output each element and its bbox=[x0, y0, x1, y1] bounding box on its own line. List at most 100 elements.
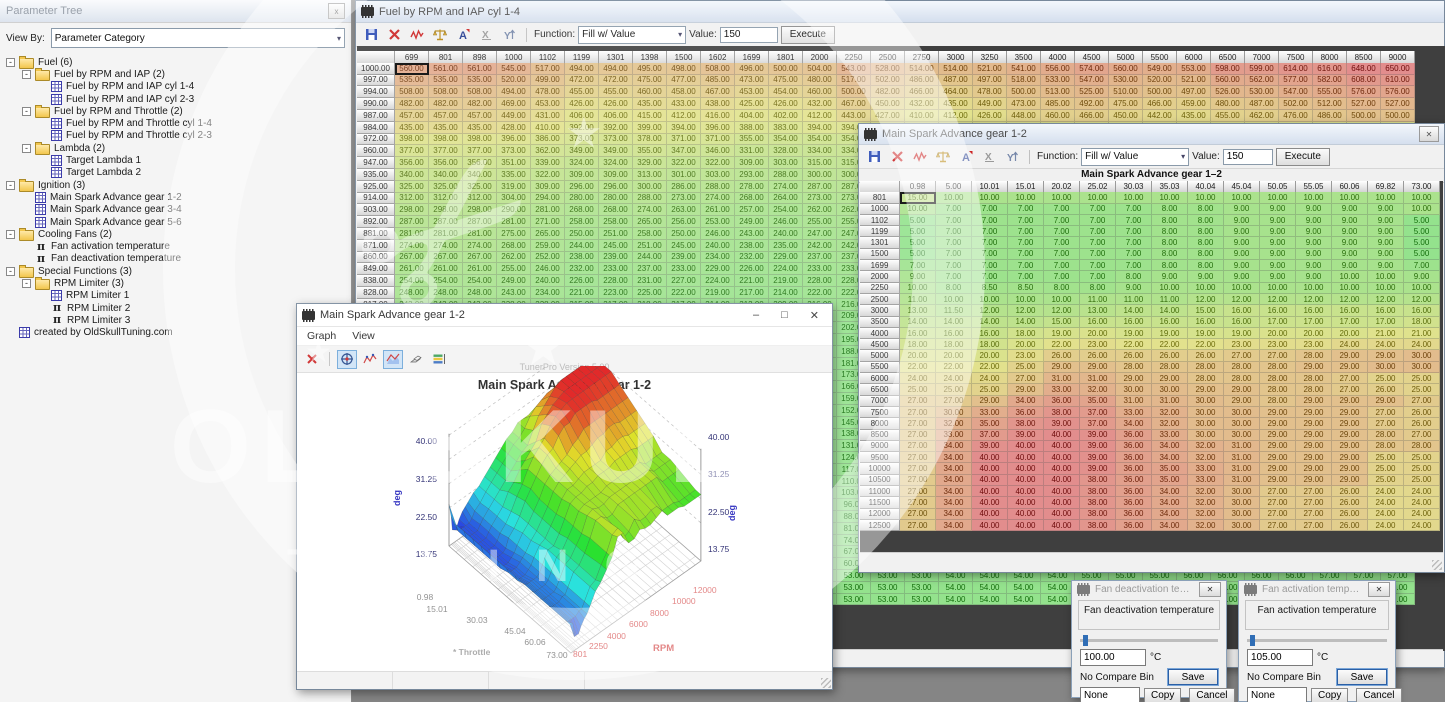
fuel-cell[interactable]: 222.00 bbox=[803, 287, 837, 299]
spark-cell[interactable]: 30.00 bbox=[1116, 384, 1152, 395]
fuel-cell[interactable]: 508.00 bbox=[429, 86, 463, 98]
fuel-cell[interactable]: 494.00 bbox=[497, 86, 531, 98]
spark-cell[interactable]: 40.00 bbox=[1008, 463, 1044, 474]
fuel-cell[interactable]: 373.00 bbox=[565, 134, 599, 146]
spark-cell[interactable]: 27.00 bbox=[900, 475, 936, 486]
spark-cell[interactable]: 9.00 bbox=[1332, 260, 1368, 271]
spark-cell[interactable]: 28.00 bbox=[1296, 350, 1332, 361]
spark-cell[interactable]: 27.00 bbox=[1296, 497, 1332, 508]
fuel-cell[interactable]: 298.00 bbox=[395, 204, 429, 216]
spark-row-header[interactable]: 2000 bbox=[860, 271, 900, 282]
spark-cell[interactable]: 28.00 bbox=[1188, 373, 1224, 384]
spark-cell[interactable]: 20.00 bbox=[1296, 328, 1332, 339]
spark-cell[interactable]: 9.00 bbox=[1296, 271, 1332, 282]
fuel-cell[interactable]: 497.00 bbox=[1177, 86, 1211, 98]
fuel-cell[interactable]: 325.00 bbox=[463, 181, 497, 193]
spark-cell[interactable]: 29.00 bbox=[1332, 362, 1368, 373]
fuel-cell[interactable]: 517.00 bbox=[837, 75, 871, 87]
spark-cell[interactable]: 11.00 bbox=[1080, 294, 1116, 305]
spark-cell[interactable]: 9.00 bbox=[1224, 215, 1260, 226]
spark-3d-surface[interactable]: 13.7513.7522.5022.5031.2531.2540.0040.00… bbox=[297, 366, 834, 673]
fuel-cell[interactable]: 518.00 bbox=[1007, 75, 1041, 87]
tree-item[interactable]: -Fuel (6) bbox=[4, 56, 351, 68]
fuel-cell[interactable]: 513.00 bbox=[1041, 86, 1075, 98]
fuel-cell[interactable]: 373.00 bbox=[599, 134, 633, 146]
spark-cell[interactable]: 7.00 bbox=[1080, 215, 1116, 226]
spark-cell[interactable]: 38.00 bbox=[1080, 486, 1116, 497]
y-axis-icon[interactable]: Y bbox=[1002, 147, 1022, 166]
spark-cell[interactable]: 10.00 bbox=[1260, 192, 1296, 203]
delete-icon[interactable] bbox=[384, 25, 404, 44]
spark-cell[interactable]: 26.00 bbox=[1368, 384, 1404, 395]
spark-cell[interactable]: 9.00 bbox=[1296, 249, 1332, 260]
spark-cell[interactable]: 8.00 bbox=[1152, 215, 1188, 226]
value-input[interactable] bbox=[720, 27, 778, 43]
spark-cell[interactable]: 10.00 bbox=[1332, 271, 1368, 282]
trace-icon[interactable] bbox=[407, 25, 427, 44]
spark-cell[interactable]: 29.00 bbox=[1008, 384, 1044, 395]
spark-cell[interactable]: 37.00 bbox=[972, 430, 1008, 441]
spark-cell[interactable]: 9.00 bbox=[1332, 249, 1368, 260]
spark-cell[interactable]: 34.00 bbox=[1152, 497, 1188, 508]
spark-cell[interactable]: 27.00 bbox=[900, 463, 936, 474]
spark-cell[interactable]: 7.00 bbox=[900, 260, 936, 271]
fuel-cell[interactable]: 477.00 bbox=[667, 75, 701, 87]
save-button[interactable]: Save bbox=[1337, 669, 1387, 685]
fuel-cell[interactable]: 485.00 bbox=[1041, 98, 1075, 110]
spark-col-header[interactable]: 50.05 bbox=[1260, 181, 1296, 193]
spark-cell[interactable]: 38.00 bbox=[1008, 418, 1044, 429]
fuel-cell[interactable]: 304.00 bbox=[497, 193, 531, 205]
spark-cell[interactable]: 16.00 bbox=[1404, 305, 1440, 316]
spark-cell[interactable]: 29.00 bbox=[1224, 384, 1260, 395]
tree-expander-icon[interactable]: - bbox=[6, 181, 15, 190]
fuel-cell[interactable]: 356.00 bbox=[463, 157, 497, 169]
spark-cell[interactable]: 40.00 bbox=[1044, 520, 1080, 531]
fuel-cell[interactable]: 256.00 bbox=[667, 216, 701, 228]
fuel-cell[interactable]: 448.00 bbox=[1007, 110, 1041, 122]
fuel-cell[interactable]: 556.00 bbox=[1041, 63, 1075, 75]
spark-cell[interactable]: 7.00 bbox=[1008, 249, 1044, 260]
spark-row-header[interactable]: 1102 bbox=[860, 215, 900, 226]
spark-cell[interactable]: 28.00 bbox=[1368, 430, 1404, 441]
fuel-cell[interactable]: 225.00 bbox=[633, 287, 667, 299]
spark-cell[interactable]: 32.00 bbox=[936, 418, 972, 429]
tree-item[interactable]: Main Spark Advance gear 3-4 bbox=[4, 204, 351, 216]
view-by-select[interactable]: Parameter Category ▾ bbox=[51, 28, 345, 48]
compare-bin-input[interactable] bbox=[1247, 687, 1307, 702]
temperature-input[interactable] bbox=[1247, 649, 1313, 666]
spark-cell[interactable]: 31.00 bbox=[1224, 441, 1260, 452]
save-icon[interactable] bbox=[361, 25, 381, 44]
dialog-titlebar[interactable]: Fan deactivation tempe... ✕ bbox=[1072, 581, 1226, 598]
fuel-cell[interactable]: 398.00 bbox=[395, 134, 429, 146]
spark-cell[interactable]: 9.00 bbox=[1224, 237, 1260, 248]
spark-cell[interactable]: 29.00 bbox=[1332, 430, 1368, 441]
spark-cell[interactable]: 31.00 bbox=[1044, 373, 1080, 384]
spark-cell[interactable]: 20.00 bbox=[972, 350, 1008, 361]
spark-cell[interactable]: 7.00 bbox=[1044, 237, 1080, 248]
fuel-cell[interactable]: 425.00 bbox=[735, 98, 769, 110]
spark-cell[interactable]: 14.00 bbox=[900, 317, 936, 328]
fuel-cell[interactable]: 240.00 bbox=[769, 228, 803, 240]
spark-cell[interactable]: 29.00 bbox=[1296, 452, 1332, 463]
y-axis-icon[interactable]: Y bbox=[499, 25, 519, 44]
spark-cell[interactable]: 29.00 bbox=[1368, 396, 1404, 407]
fuel-cell[interactable]: 287.00 bbox=[429, 216, 463, 228]
close-icon[interactable]: ✕ bbox=[1419, 126, 1439, 142]
spark-cell[interactable]: 9.00 bbox=[1368, 226, 1404, 237]
fuel-cell[interactable]: 541.00 bbox=[1007, 63, 1041, 75]
fuel-cell[interactable]: 346.00 bbox=[701, 145, 735, 157]
spark-cell[interactable]: 9.00 bbox=[1152, 271, 1188, 282]
fuel-cell[interactable]: 371.00 bbox=[667, 134, 701, 146]
spark-cell[interactable]: 26.00 bbox=[1188, 350, 1224, 361]
fuel-row-header[interactable]: 881.00 bbox=[357, 228, 395, 240]
fuel-cell[interactable]: 362.00 bbox=[531, 145, 565, 157]
spark-cell[interactable]: 39.00 bbox=[1080, 463, 1116, 474]
spark-cell[interactable]: 31.00 bbox=[1116, 396, 1152, 407]
fuel-cell[interactable]: 553.00 bbox=[1177, 63, 1211, 75]
fuel-cell[interactable]: 298.00 bbox=[429, 204, 463, 216]
spark-cell[interactable]: 39.00 bbox=[1080, 441, 1116, 452]
spark-cell[interactable]: 22.00 bbox=[1116, 339, 1152, 350]
graph-window-titlebar[interactable]: Main Spark Advance gear 1-2 – □ ✕ bbox=[297, 304, 832, 327]
spark-cell[interactable]: 7.00 bbox=[1116, 260, 1152, 271]
spark-cell[interactable]: 10.00 bbox=[1368, 271, 1404, 282]
